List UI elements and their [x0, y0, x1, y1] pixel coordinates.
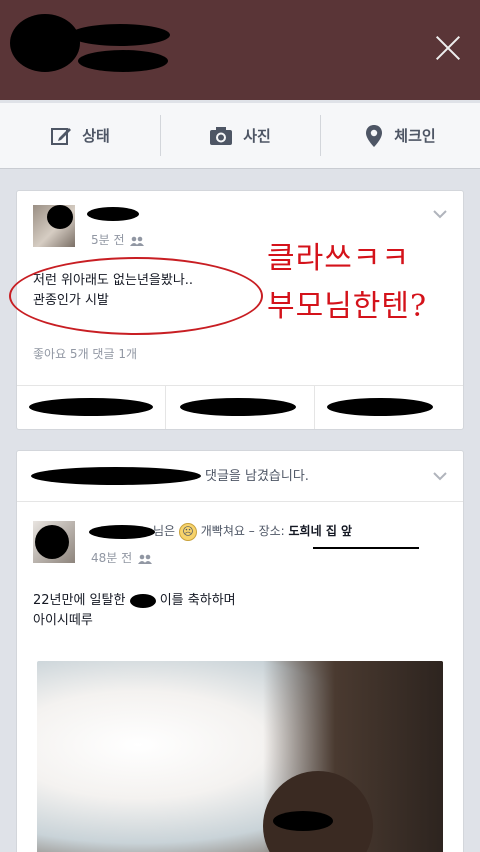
friends-icon	[130, 236, 145, 246]
post-card: 댓글을 남겼습니다. 님은 ☹ 개빡쳐요 – 장소: 도희네 집 앞 48분 전…	[16, 450, 464, 852]
top-bar	[0, 0, 480, 100]
share-button[interactable]	[314, 386, 463, 429]
post-actions	[17, 385, 463, 429]
redacted-name	[10, 14, 80, 72]
redacted-name	[31, 467, 201, 485]
post-author-line: 님은 ☹ 개빡쳐요 – 장소: 도희네 집 앞	[153, 521, 352, 541]
location-pin-icon	[366, 124, 383, 147]
friends-icon	[138, 554, 152, 564]
redacted-name	[129, 593, 156, 608]
post-photo[interactable]	[37, 661, 443, 852]
camera-icon	[210, 126, 233, 145]
sad-face-icon: ☹	[178, 522, 197, 541]
annotation-text: 클라쓰ㅋㅋ 부모님한텐?	[267, 241, 428, 324]
post-text: 22년만에 일탈한 이를 축하하며 아이시떼루	[33, 593, 236, 628]
chevron-down-icon[interactable]	[433, 471, 447, 485]
post-card: 5분 전 저런 위아래도 없는년을봤나.. 관종인가 시발 클라쓰ㅋㅋ 부모님한…	[9, 190, 464, 430]
comment-button[interactable]	[165, 386, 314, 429]
edit-icon	[51, 127, 72, 145]
photo-button[interactable]: 사진	[160, 103, 320, 168]
close-icon[interactable]	[434, 34, 462, 62]
redacted-name	[78, 50, 168, 72]
post-stats[interactable]: 좋아요 5개 댓글 1개	[33, 345, 137, 362]
checkin-button[interactable]: 체크인	[320, 103, 480, 168]
status-button[interactable]: 상태	[0, 103, 160, 168]
composer-bar: 상태 사진 체크인	[0, 103, 480, 169]
redacted-name	[70, 24, 170, 46]
post-timestamp: 5분 전	[91, 231, 145, 248]
annotation-underline	[313, 547, 419, 549]
status-label: 상태	[82, 127, 110, 145]
avatar[interactable]	[33, 521, 75, 563]
redacted-name	[87, 207, 139, 221]
annotation-circle	[9, 257, 263, 335]
activity-header: 댓글을 남겼습니다.	[205, 469, 309, 484]
like-button[interactable]	[17, 386, 165, 429]
checkin-label: 체크인	[394, 127, 436, 145]
redacted-name	[89, 525, 155, 539]
post-timestamp: 48분 전	[91, 549, 152, 566]
photo-label: 사진	[243, 127, 271, 145]
avatar[interactable]	[33, 205, 75, 247]
location-link[interactable]: 도희네 집 앞	[289, 524, 353, 538]
chevron-down-icon[interactable]	[433, 209, 447, 223]
